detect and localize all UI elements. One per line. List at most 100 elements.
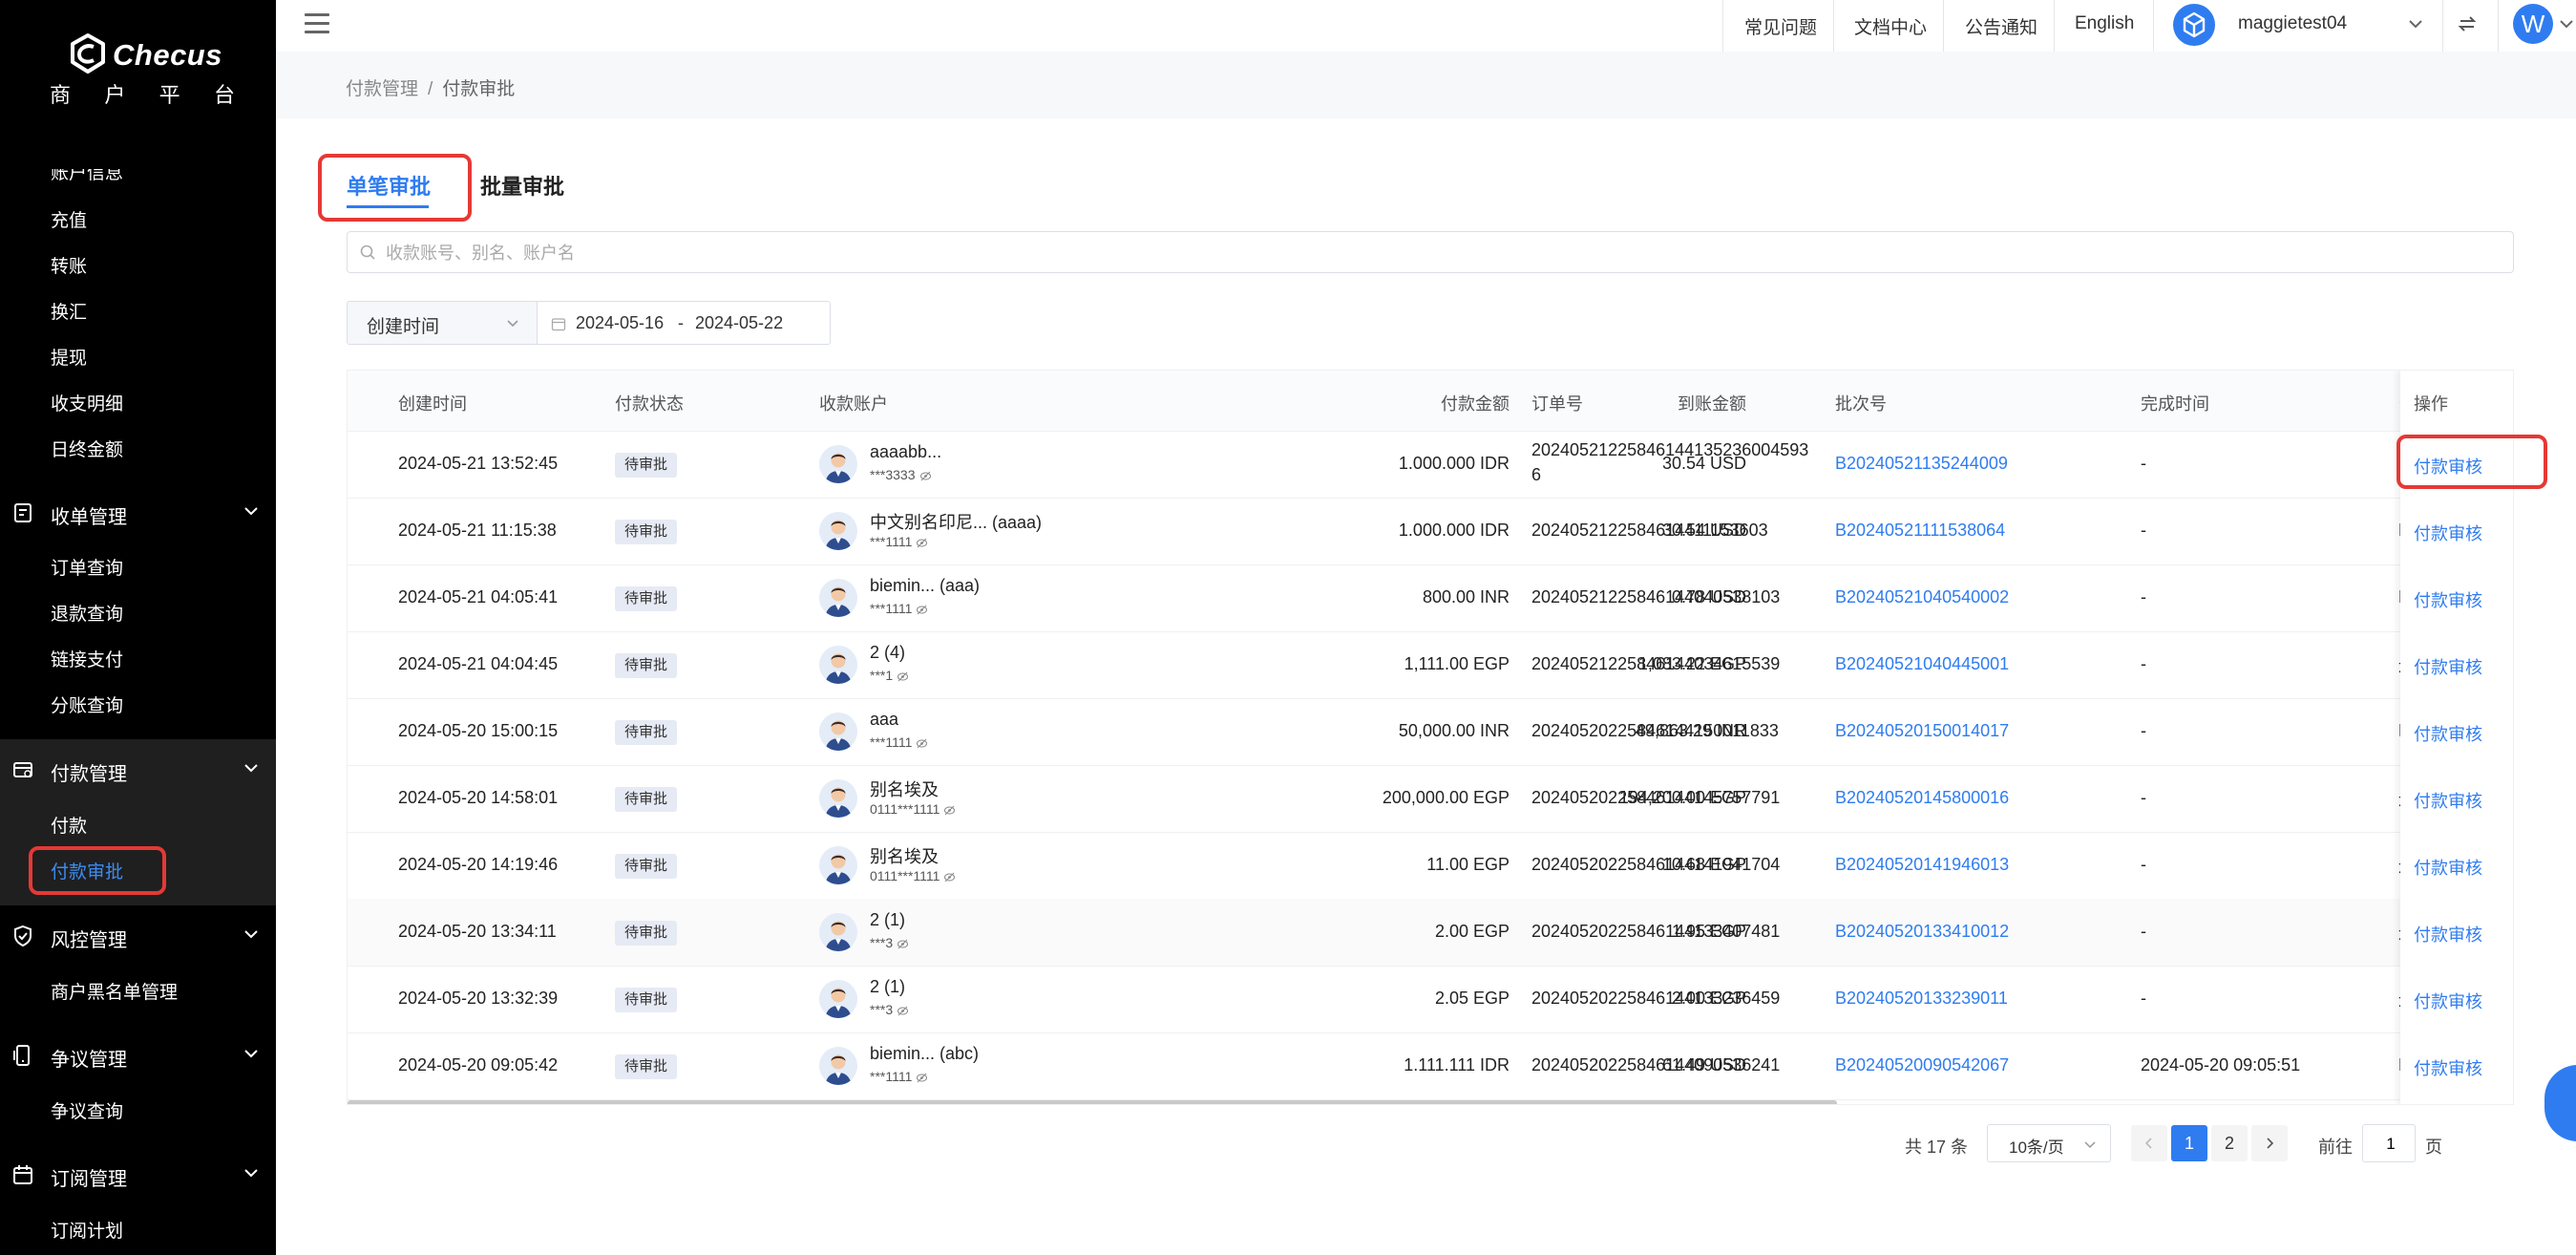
payee-name: aaa — [870, 710, 899, 729]
eye-off-icon[interactable] — [897, 1006, 909, 1016]
prev-page-button[interactable] — [2131, 1125, 2167, 1161]
batch-no-link[interactable]: B20240520141946013 — [1835, 855, 2009, 875]
approve-payout-link[interactable]: 付款审核 — [2414, 922, 2482, 947]
batch-no-link[interactable]: B20240520133239011 — [1835, 989, 2008, 1009]
approve-payout-link[interactable]: 付款审核 — [2414, 587, 2482, 612]
approve-payout-link[interactable]: 付款审核 — [2414, 654, 2482, 679]
status-badge: 待审批 — [615, 854, 678, 879]
tab-batch-approval[interactable]: 批量审批 — [480, 170, 564, 201]
cell-order-no: 20240520225846144133407481 — [1531, 922, 1781, 941]
chevron-down-icon[interactable] — [2407, 15, 2424, 32]
approve-payout-link[interactable]: 付款审核 — [2414, 1055, 2482, 1080]
next-page-button[interactable] — [2251, 1125, 2288, 1161]
goto-page-field[interactable] — [2362, 1124, 2418, 1163]
batch-no-link[interactable]: B20240521040540002 — [1835, 587, 2009, 607]
approve-payout-link[interactable]: 付款审核 — [2414, 521, 2482, 545]
cell-payout-amount: 1.000.000 IDR — [1398, 454, 1510, 473]
sidebar-group-payout[interactable]: 付款管理 — [0, 746, 276, 794]
eye-off-icon[interactable] — [916, 1073, 928, 1083]
batch-no-link[interactable]: B20240520090542067 — [1835, 1055, 2009, 1075]
sidebar-item-payout[interactable]: 付款 — [51, 812, 87, 838]
sidebar-item-order-query[interactable]: 订单查询 — [51, 554, 123, 580]
sidebar-group-acquiring[interactable]: 收单管理 — [0, 489, 276, 537]
chevron-down-icon[interactable] — [2558, 15, 2575, 32]
brand-logo[interactable]: Checus 商 户 平 台 — [0, 29, 276, 115]
sidebar-item-account-info[interactable]: 账户信息 — [51, 169, 123, 184]
eye-off-icon[interactable] — [916, 605, 928, 615]
payee-account-number: 0111***1111 — [870, 868, 956, 883]
sidebar-item-merchant-blacklist[interactable]: 商户黑名单管理 — [51, 978, 178, 1004]
sidebar-group-label: 风控管理 — [51, 930, 127, 951]
approve-payout-link[interactable]: 付款审核 — [2414, 721, 2482, 746]
sidebar-item-transfer[interactable]: 转账 — [51, 252, 87, 278]
date-start[interactable]: 2024-05-16 — [576, 313, 664, 333]
header-link-faq[interactable]: 常见问题 — [1744, 13, 1817, 39]
payee-name: biemin... (abc) — [870, 1044, 980, 1063]
page-size-select[interactable]: 10条/页 — [1987, 1124, 2111, 1162]
status-badge: 待审批 — [615, 988, 678, 1012]
batch-no-link[interactable]: B20240521040445001 — [1835, 654, 2009, 674]
merchant-avatar[interactable] — [2173, 4, 2215, 46]
person-avatar-icon — [819, 646, 857, 684]
page-button-1[interactable]: 1 — [2171, 1125, 2207, 1161]
username[interactable]: maggietest04 — [2238, 13, 2347, 34]
switch-account-icon[interactable] — [2457, 13, 2478, 34]
sidebar-item-statement[interactable]: 收支明细 — [51, 390, 123, 415]
sidebar-group-risk[interactable]: 风控管理 — [0, 912, 276, 960]
goto-page-input[interactable] — [2363, 1125, 2418, 1163]
approve-payout-link[interactable]: 付款审核 — [2414, 788, 2482, 813]
eye-off-icon[interactable] — [943, 872, 956, 883]
checus-logo-icon — [71, 33, 105, 74]
cell-created-time: 2024-05-21 04:05:41 — [398, 587, 559, 606]
payee-avatar — [819, 512, 857, 550]
sidebar-item-topup[interactable]: 充值 — [51, 206, 87, 232]
eye-off-icon[interactable] — [916, 538, 928, 548]
chevron-right-icon — [2267, 1138, 2274, 1149]
batch-no-link[interactable]: B20240521111538064 — [1835, 521, 2005, 541]
batch-no-link[interactable]: B20240520133410012 — [1835, 922, 2009, 942]
approve-payout-link[interactable]: 付款审核 — [2414, 855, 2482, 880]
sidebar-item-dispute-query[interactable]: 争议查询 — [51, 1097, 123, 1123]
batch-no-link[interactable]: B20240520150014017 — [1835, 721, 2009, 741]
search-box — [347, 231, 2514, 273]
payee-name: 2 (4) — [870, 643, 906, 662]
horizontal-scrollbar[interactable] — [348, 1100, 1837, 1104]
payee-avatar — [819, 913, 857, 951]
menu-toggle-icon[interactable] — [305, 13, 329, 34]
highlight-box-tab — [318, 154, 472, 222]
eye-off-icon[interactable] — [916, 738, 928, 749]
date-type-select[interactable]: 创建时间 — [347, 301, 538, 345]
sidebar-item-withdraw[interactable]: 提现 — [51, 344, 87, 370]
page-button-2[interactable]: 2 — [2211, 1125, 2248, 1161]
search-input[interactable] — [384, 238, 2488, 268]
eye-off-icon[interactable] — [897, 671, 909, 682]
eye-off-icon[interactable] — [897, 939, 909, 949]
sidebar-group-subscription[interactable]: 订阅管理 — [0, 1151, 276, 1199]
sidebar-group-dispute[interactable]: 争议管理 — [0, 1032, 276, 1079]
sidebar-item-split-query[interactable]: 分账查询 — [51, 691, 123, 717]
eye-off-icon[interactable] — [919, 471, 932, 481]
chevron-down-icon — [244, 1050, 258, 1058]
batch-no-link[interactable]: B20240521135244009 — [1835, 454, 2008, 474]
header-link-docs[interactable]: 文档中心 — [1854, 13, 1927, 39]
sidebar-item-subscription-plan[interactable]: 订阅计划 — [51, 1217, 123, 1243]
chevron-down-icon — [244, 930, 258, 939]
breadcrumb-item[interactable]: 付款管理 — [346, 79, 418, 99]
header-link-notices[interactable]: 公告通知 — [1965, 13, 2038, 39]
user-avatar[interactable]: W — [2513, 4, 2553, 44]
cell-completed-time: - — [2141, 654, 2146, 673]
approve-payout-link[interactable]: 付款审核 — [2414, 989, 2482, 1013]
batch-no-link[interactable]: B20240520145800016 — [1835, 788, 2009, 808]
date-end[interactable]: 2024-05-22 — [695, 313, 783, 333]
eye-off-icon[interactable] — [943, 805, 956, 816]
sidebar-item-refund-query[interactable]: 退款查询 — [51, 600, 123, 626]
date-type-value: 创建时间 — [367, 317, 440, 337]
person-avatar-icon — [819, 445, 857, 483]
payee-name: aaaabb... — [870, 442, 942, 461]
sidebar-item-exchange[interactable]: 换汇 — [51, 298, 87, 324]
payee-account-number: ***3 — [870, 935, 909, 950]
header-link-language[interactable]: English — [2075, 13, 2134, 34]
date-range-picker[interactable]: 2024-05-16 - 2024-05-22 — [538, 301, 831, 345]
sidebar-item-link-pay[interactable]: 链接支付 — [51, 646, 123, 671]
sidebar-item-eod-balance[interactable]: 日终金额 — [51, 436, 123, 461]
